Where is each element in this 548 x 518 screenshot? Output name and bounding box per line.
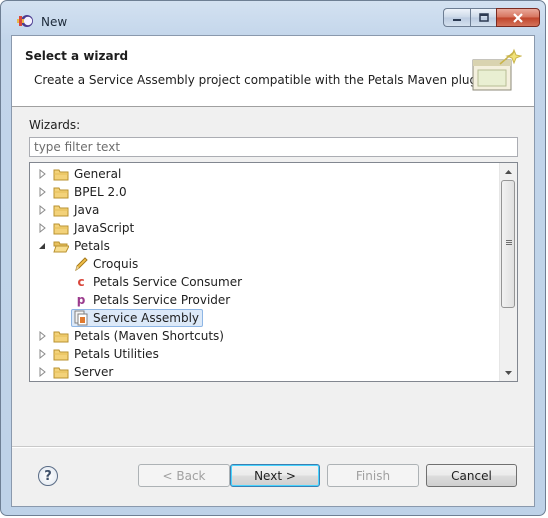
consumer-c-icon: c — [77, 275, 85, 289]
tree-item-label: Java — [74, 203, 100, 217]
scroll-up-button[interactable] — [500, 163, 517, 180]
tree-item-bpel[interactable]: BPEL 2.0 — [37, 183, 127, 201]
folder-icon — [53, 349, 69, 360]
expand-arrow-icon[interactable] — [37, 331, 47, 341]
tree-item-server[interactable]: Server — [37, 363, 113, 381]
button-bar-separator — [12, 446, 534, 448]
scrollbar-thumb[interactable] — [501, 180, 515, 308]
chevron-up-icon — [505, 169, 512, 174]
eclipse-app-icon — [17, 15, 33, 27]
back-button[interactable]: < Back — [138, 464, 230, 487]
tree-item-label: Croquis — [93, 257, 139, 271]
expand-arrow-icon[interactable] — [37, 205, 47, 215]
tree-item-label: JavaScript — [74, 221, 135, 235]
grip-line — [506, 240, 512, 241]
expand-arrow-icon[interactable] — [37, 367, 47, 377]
expand-arrow-icon[interactable] — [37, 223, 47, 233]
tree-item-label: General — [74, 167, 122, 181]
expand-arrow-icon[interactable] — [37, 169, 47, 179]
cancel-button[interactable]: Cancel — [426, 464, 517, 487]
tree-item-label: Petals (Maven Shortcuts) — [74, 329, 224, 343]
tree-item-general[interactable]: General — [37, 165, 121, 183]
minimize-button[interactable] — [443, 8, 470, 27]
close-icon — [513, 12, 523, 23]
tree-item-label: Service Assembly — [93, 311, 200, 325]
folder-icon — [53, 367, 69, 378]
tree-item-label: Petals Utilities — [74, 347, 159, 361]
minimize-icon — [453, 18, 461, 21]
provider-p-icon: p — [76, 293, 86, 307]
tree-item-label: Petals — [74, 239, 110, 253]
tree-item-petals-maven-shortcuts[interactable]: Petals (Maven Shortcuts) — [37, 327, 224, 345]
tree-item-java[interactable]: Java — [37, 201, 99, 219]
maximize-button[interactable] — [470, 8, 496, 27]
tree-item-service-assembly[interactable]: Service Assembly — [71, 309, 204, 327]
dialog-window: New Select a wizard Create a Service Ass… — [0, 0, 546, 516]
grip-line — [506, 242, 512, 243]
tree-item-javascript[interactable]: JavaScript — [37, 219, 134, 237]
wizard-banner-icon — [472, 48, 522, 91]
window-controls — [443, 8, 540, 28]
folder-icon — [53, 187, 69, 198]
close-button[interactable] — [496, 8, 540, 27]
next-button[interactable]: Next > — [230, 464, 320, 487]
pencil-icon — [75, 257, 88, 272]
title-bar[interactable]: New — [1, 1, 547, 31]
dialog-client-area: Select a wizard Create a Service Assembl… — [11, 35, 535, 507]
wizards-label: Wizards: — [29, 118, 81, 132]
wizard-header: Select a wizard Create a Service Assembl… — [12, 36, 534, 107]
tree-item-petals-utilities[interactable]: Petals Utilities — [37, 345, 159, 363]
collapse-arrow-icon[interactable] — [37, 241, 47, 251]
scroll-down-button[interactable] — [500, 364, 517, 381]
selection-highlight[interactable]: Service Assembly — [71, 309, 204, 327]
folder-icon — [53, 205, 69, 216]
service-assembly-icon — [74, 310, 88, 326]
filter-input[interactable] — [29, 137, 518, 157]
expand-arrow-icon[interactable] — [37, 349, 47, 359]
tree-item-label: Server — [74, 365, 114, 379]
folder-icon — [53, 223, 69, 234]
help-icon: ? — [44, 468, 52, 484]
window-title: New — [41, 15, 68, 29]
finish-button[interactable]: Finish — [327, 464, 419, 487]
vertical-scrollbar[interactable] — [499, 163, 517, 381]
folder-icon — [53, 169, 69, 180]
tree-item-petals-service-provider[interactable]: p Petals Service Provider — [73, 291, 231, 309]
tree-item-label: Petals Service Consumer — [93, 275, 243, 289]
help-button[interactable]: ? — [38, 466, 58, 486]
open-folder-icon — [53, 241, 69, 252]
tree-item-label: Petals Service Provider — [93, 293, 231, 307]
header-title: Select a wizard — [25, 49, 129, 63]
tree-item-petals[interactable]: Petals — [37, 237, 110, 255]
tree-item-petals-service-consumer[interactable]: c Petals Service Consumer — [73, 273, 242, 291]
tree-item-label: BPEL 2.0 — [74, 185, 127, 199]
wizard-tree[interactable]: General BPEL 2.0 Java JavaScript Petals … — [29, 162, 518, 382]
folder-icon — [53, 331, 69, 342]
header-description: Create a Service Assembly project compat… — [34, 73, 493, 87]
grip-line — [506, 244, 512, 245]
maximize-icon — [478, 13, 489, 22]
tree-item-croquis[interactable]: Croquis — [73, 255, 138, 273]
expand-arrow-icon[interactable] — [37, 187, 47, 197]
chevron-down-icon — [505, 370, 512, 375]
